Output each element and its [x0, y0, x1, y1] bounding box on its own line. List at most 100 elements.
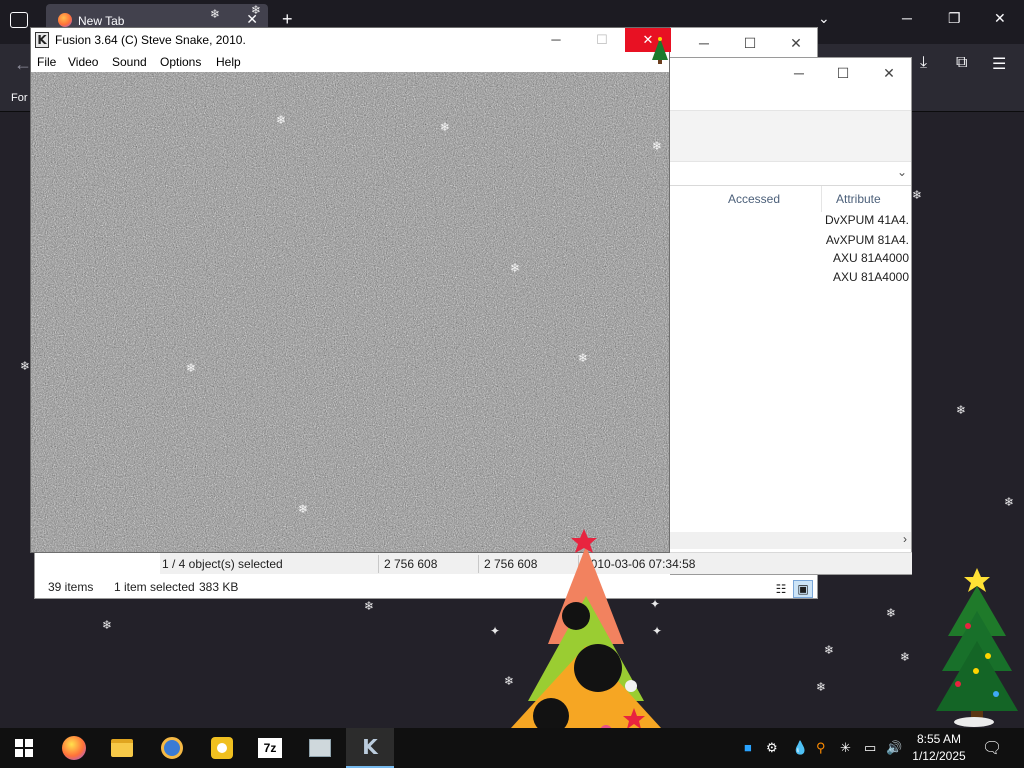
tv-static-noise: [31, 72, 669, 552]
column-header-accessed[interactable]: Accessed: [722, 186, 822, 212]
list-all-tabs-icon[interactable]: [10, 12, 28, 28]
close-button[interactable]: ✕: [773, 28, 819, 58]
horizontal-scrollbar[interactable]: ›: [670, 532, 911, 549]
media-player-icon: [211, 737, 233, 759]
maximize-button[interactable]: ☐: [820, 58, 866, 88]
file-explorer-icon: [111, 739, 133, 757]
snowflake-icon: ❄: [816, 680, 827, 694]
snowflake-icon: ❄: [886, 606, 897, 620]
scroll-right-icon[interactable]: ›: [903, 532, 907, 546]
taskbar-fusion[interactable]: K: [346, 728, 394, 768]
fusion-titlebar: K Fusion 3.64 (C) Steve Snake, 2010. ─ ☐…: [31, 28, 671, 52]
tray-snowflake-icon[interactable]: ✳: [840, 740, 851, 756]
tray-search-icon[interactable]: ⚲: [816, 740, 826, 756]
taskbar-app-2[interactable]: [296, 728, 344, 768]
ribbon: [670, 110, 911, 162]
7zip-icon: 7z: [258, 738, 282, 758]
bookmark-item[interactable]: For: [11, 92, 28, 104]
christmas-tree-decoration: [936, 568, 1018, 727]
attribute-cell: AXU 81A4000: [832, 251, 909, 265]
snowflake-icon: ❄: [210, 7, 221, 21]
snowflake-icon: ❄: [276, 113, 287, 127]
fusion-app-icon: K: [35, 32, 49, 48]
attribute-cell: AXU 81A4000: [832, 270, 909, 284]
menu-file[interactable]: File: [37, 55, 56, 69]
chevron-down-icon[interactable]: ⌄: [897, 165, 907, 179]
snowflake-icon: ❄: [298, 502, 309, 516]
explorer-front-titlebar: ─ ☐ ✕: [670, 58, 911, 88]
app-icon: [161, 737, 183, 759]
close-button[interactable]: ✕: [866, 58, 912, 88]
system-clock[interactable]: 8:55 AM 1/12/2025: [906, 731, 972, 765]
status-size: 383 KB: [199, 580, 239, 594]
download-icon[interactable]: ⤓: [920, 54, 927, 72]
status-item-count: 39 items: [48, 580, 94, 594]
snowflake-icon: ❄: [102, 618, 113, 632]
tray-droplet-icon[interactable]: 💧: [792, 740, 808, 756]
tray-app-icon[interactable]: ■: [744, 740, 752, 755]
taskbar-7zip[interactable]: 7z: [246, 728, 294, 768]
details-view-icon[interactable]: ☷: [771, 580, 791, 598]
firefox-icon: [62, 736, 86, 760]
fusion-window-title: Fusion 3.64 (C) Steve Snake, 2010.: [55, 33, 246, 47]
network-icon[interactable]: ▭: [864, 740, 876, 756]
restore-icon[interactable]: ❐: [948, 10, 961, 27]
column-header-attribute[interactable]: Attribute: [822, 186, 912, 212]
status-divider: [378, 555, 379, 573]
minimize-button[interactable]: ─: [681, 28, 727, 58]
snowflake-icon: ❄: [20, 359, 31, 373]
maximize-button[interactable]: ☐: [579, 28, 625, 52]
start-button[interactable]: [0, 728, 48, 768]
minimize-icon[interactable]: ─: [902, 10, 912, 26]
snowflake-icon: ❄: [1004, 495, 1015, 509]
status-selection: 1 item selected: [114, 580, 195, 594]
tray-network-tool-icon[interactable]: ⚙: [766, 740, 778, 756]
sparkle-icon: ✦: [490, 624, 501, 638]
snowflake-icon: ❄: [578, 351, 589, 365]
sparkle-icon: ✦: [650, 597, 661, 611]
menu-sound[interactable]: Sound: [112, 55, 147, 69]
paper-christmas-tree: [500, 529, 672, 740]
snowflake-icon: ❄: [855, 490, 866, 504]
snowflake-icon: ❄: [364, 599, 375, 613]
extensions-icon[interactable]: ⧉: [956, 54, 967, 72]
close-window-icon[interactable]: ✕: [994, 10, 1006, 27]
menu-options[interactable]: Options: [160, 55, 201, 69]
maximize-button[interactable]: ☐: [727, 28, 773, 58]
status-size-1: 2 756 608: [384, 557, 438, 571]
snowflake-icon: ❄: [440, 120, 451, 134]
attribute-cell: DvXPUM 41A4.: [824, 213, 909, 227]
clock-date: 1/12/2025: [912, 749, 966, 763]
snowflake-icon: ❄: [652, 139, 663, 153]
sparkle-icon: ✦: [652, 624, 663, 638]
status-divider: [478, 555, 479, 573]
emulator-screen[interactable]: [31, 72, 669, 552]
app-icon: [309, 739, 331, 757]
firefox-tab-title: New Tab: [78, 14, 125, 28]
address-bar[interactable]: ⌄: [670, 162, 911, 186]
volume-icon[interactable]: 🔊: [886, 740, 902, 756]
taskbar-file-explorer[interactable]: [98, 728, 146, 768]
menu-help[interactable]: Help: [216, 55, 241, 69]
attribute-cell: AvXPUM 81A4.: [825, 233, 909, 247]
fusion-menubar: File Video Sound Options Help: [31, 52, 669, 72]
fusion-window: K Fusion 3.64 (C) Steve Snake, 2010. ─ ☐…: [30, 27, 671, 553]
taskbar-media-player[interactable]: [198, 728, 246, 768]
large-icons-view-icon[interactable]: ▣: [793, 580, 813, 598]
notifications-icon[interactable]: 🗨: [982, 738, 1002, 758]
firefox-tab-favicon-icon: [58, 13, 72, 27]
menu-icon[interactable]: ☰: [992, 54, 1006, 74]
snowflake-icon: ❄: [824, 643, 835, 657]
menu-video[interactable]: Video: [68, 55, 98, 69]
minimize-button[interactable]: ─: [533, 28, 579, 52]
snowflake-icon: ❄: [510, 261, 521, 275]
taskbar-firefox[interactable]: [50, 728, 98, 768]
chevron-down-icon[interactable]: ⌄: [818, 10, 830, 27]
taskbar-app[interactable]: [148, 728, 196, 768]
snowflake-icon: ❄: [900, 650, 911, 664]
windows-logo-icon: [15, 739, 33, 757]
minimize-button[interactable]: ─: [776, 58, 822, 88]
snowflake-icon: ❄: [186, 361, 197, 375]
explorer-back-statusbar: 39 items 1 item selected 383 KB ☷ ▣: [35, 576, 817, 598]
mini-tree-icon: [652, 37, 668, 64]
